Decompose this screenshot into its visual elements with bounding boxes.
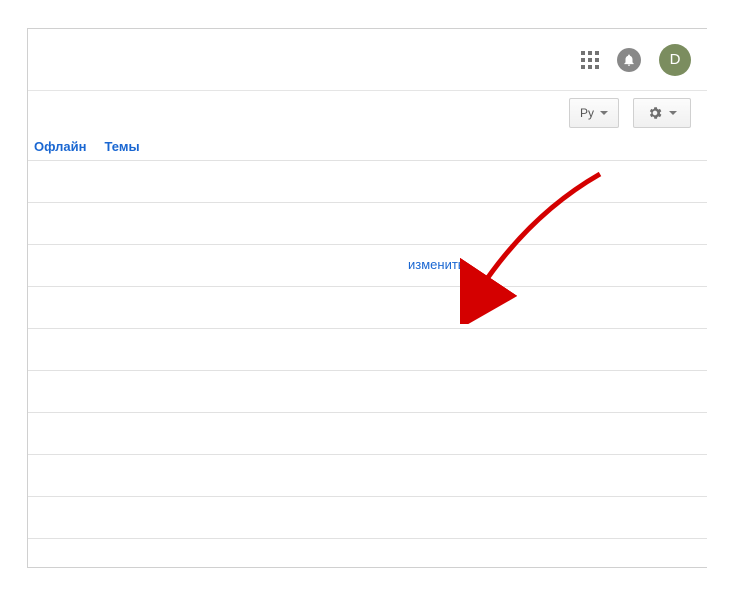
edit-link[interactable]: изменить [408, 257, 465, 272]
list-row [28, 203, 707, 245]
list-row [28, 413, 707, 455]
toolbar: Ру [28, 91, 707, 133]
language-button[interactable]: Ру [569, 98, 619, 128]
header-bar: D [28, 29, 707, 91]
avatar-initial: D [670, 51, 681, 68]
list-row [28, 497, 707, 539]
bell-icon [622, 53, 636, 67]
language-label: Ру [580, 106, 594, 120]
tab-offline[interactable]: Офлайн [34, 139, 87, 154]
chevron-down-icon [600, 111, 608, 115]
list-row [28, 329, 707, 371]
settings-button[interactable] [633, 98, 691, 128]
list-row [28, 371, 707, 413]
avatar[interactable]: D [659, 44, 691, 76]
list-row [28, 287, 707, 329]
list-row: изменить [28, 245, 707, 287]
settings-tabs: Офлайн Темы [28, 133, 707, 160]
list-row [28, 455, 707, 497]
chevron-down-icon [669, 111, 677, 115]
apps-grid-icon[interactable] [581, 51, 599, 69]
settings-list: изменить [28, 160, 707, 539]
app-frame: D Ру Офлайн Темы изменить [27, 28, 707, 568]
notifications-button[interactable] [617, 48, 641, 72]
list-row [28, 161, 707, 203]
tab-themes[interactable]: Темы [105, 139, 140, 154]
gear-icon [647, 105, 663, 121]
